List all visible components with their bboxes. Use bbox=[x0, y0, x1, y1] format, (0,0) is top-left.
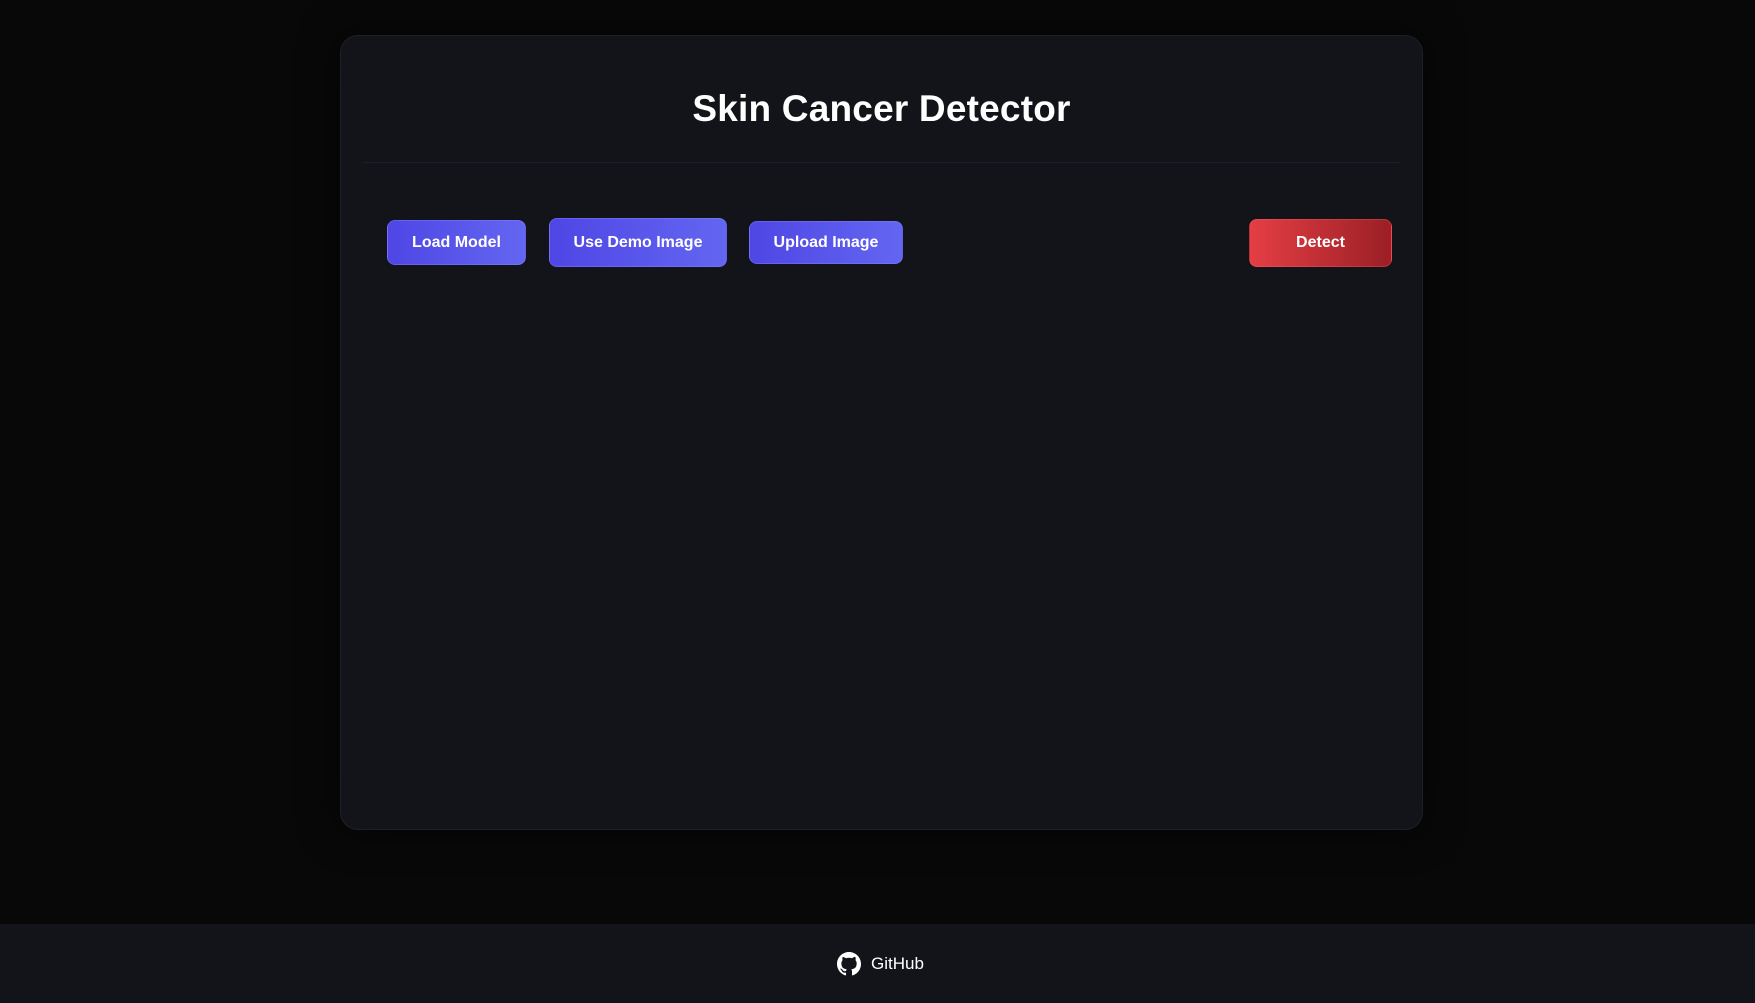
title-divider bbox=[363, 162, 1400, 163]
detect-button[interactable]: Detect bbox=[1249, 219, 1392, 267]
github-icon bbox=[837, 951, 862, 976]
github-label: GitHub bbox=[871, 953, 924, 973]
use-demo-image-button[interactable]: Use Demo Image bbox=[549, 218, 727, 267]
footer: GitHub bbox=[0, 924, 1755, 1003]
load-model-button[interactable]: Load Model bbox=[387, 220, 526, 265]
page: Skin Cancer Detector Load Model Use Demo… bbox=[0, 0, 1755, 1003]
upload-image-button[interactable]: Upload Image bbox=[749, 221, 903, 264]
github-link[interactable]: GitHub bbox=[837, 951, 924, 976]
main-card: Skin Cancer Detector Load Model Use Demo… bbox=[340, 35, 1423, 830]
page-title: Skin Cancer Detector bbox=[692, 88, 1071, 129]
